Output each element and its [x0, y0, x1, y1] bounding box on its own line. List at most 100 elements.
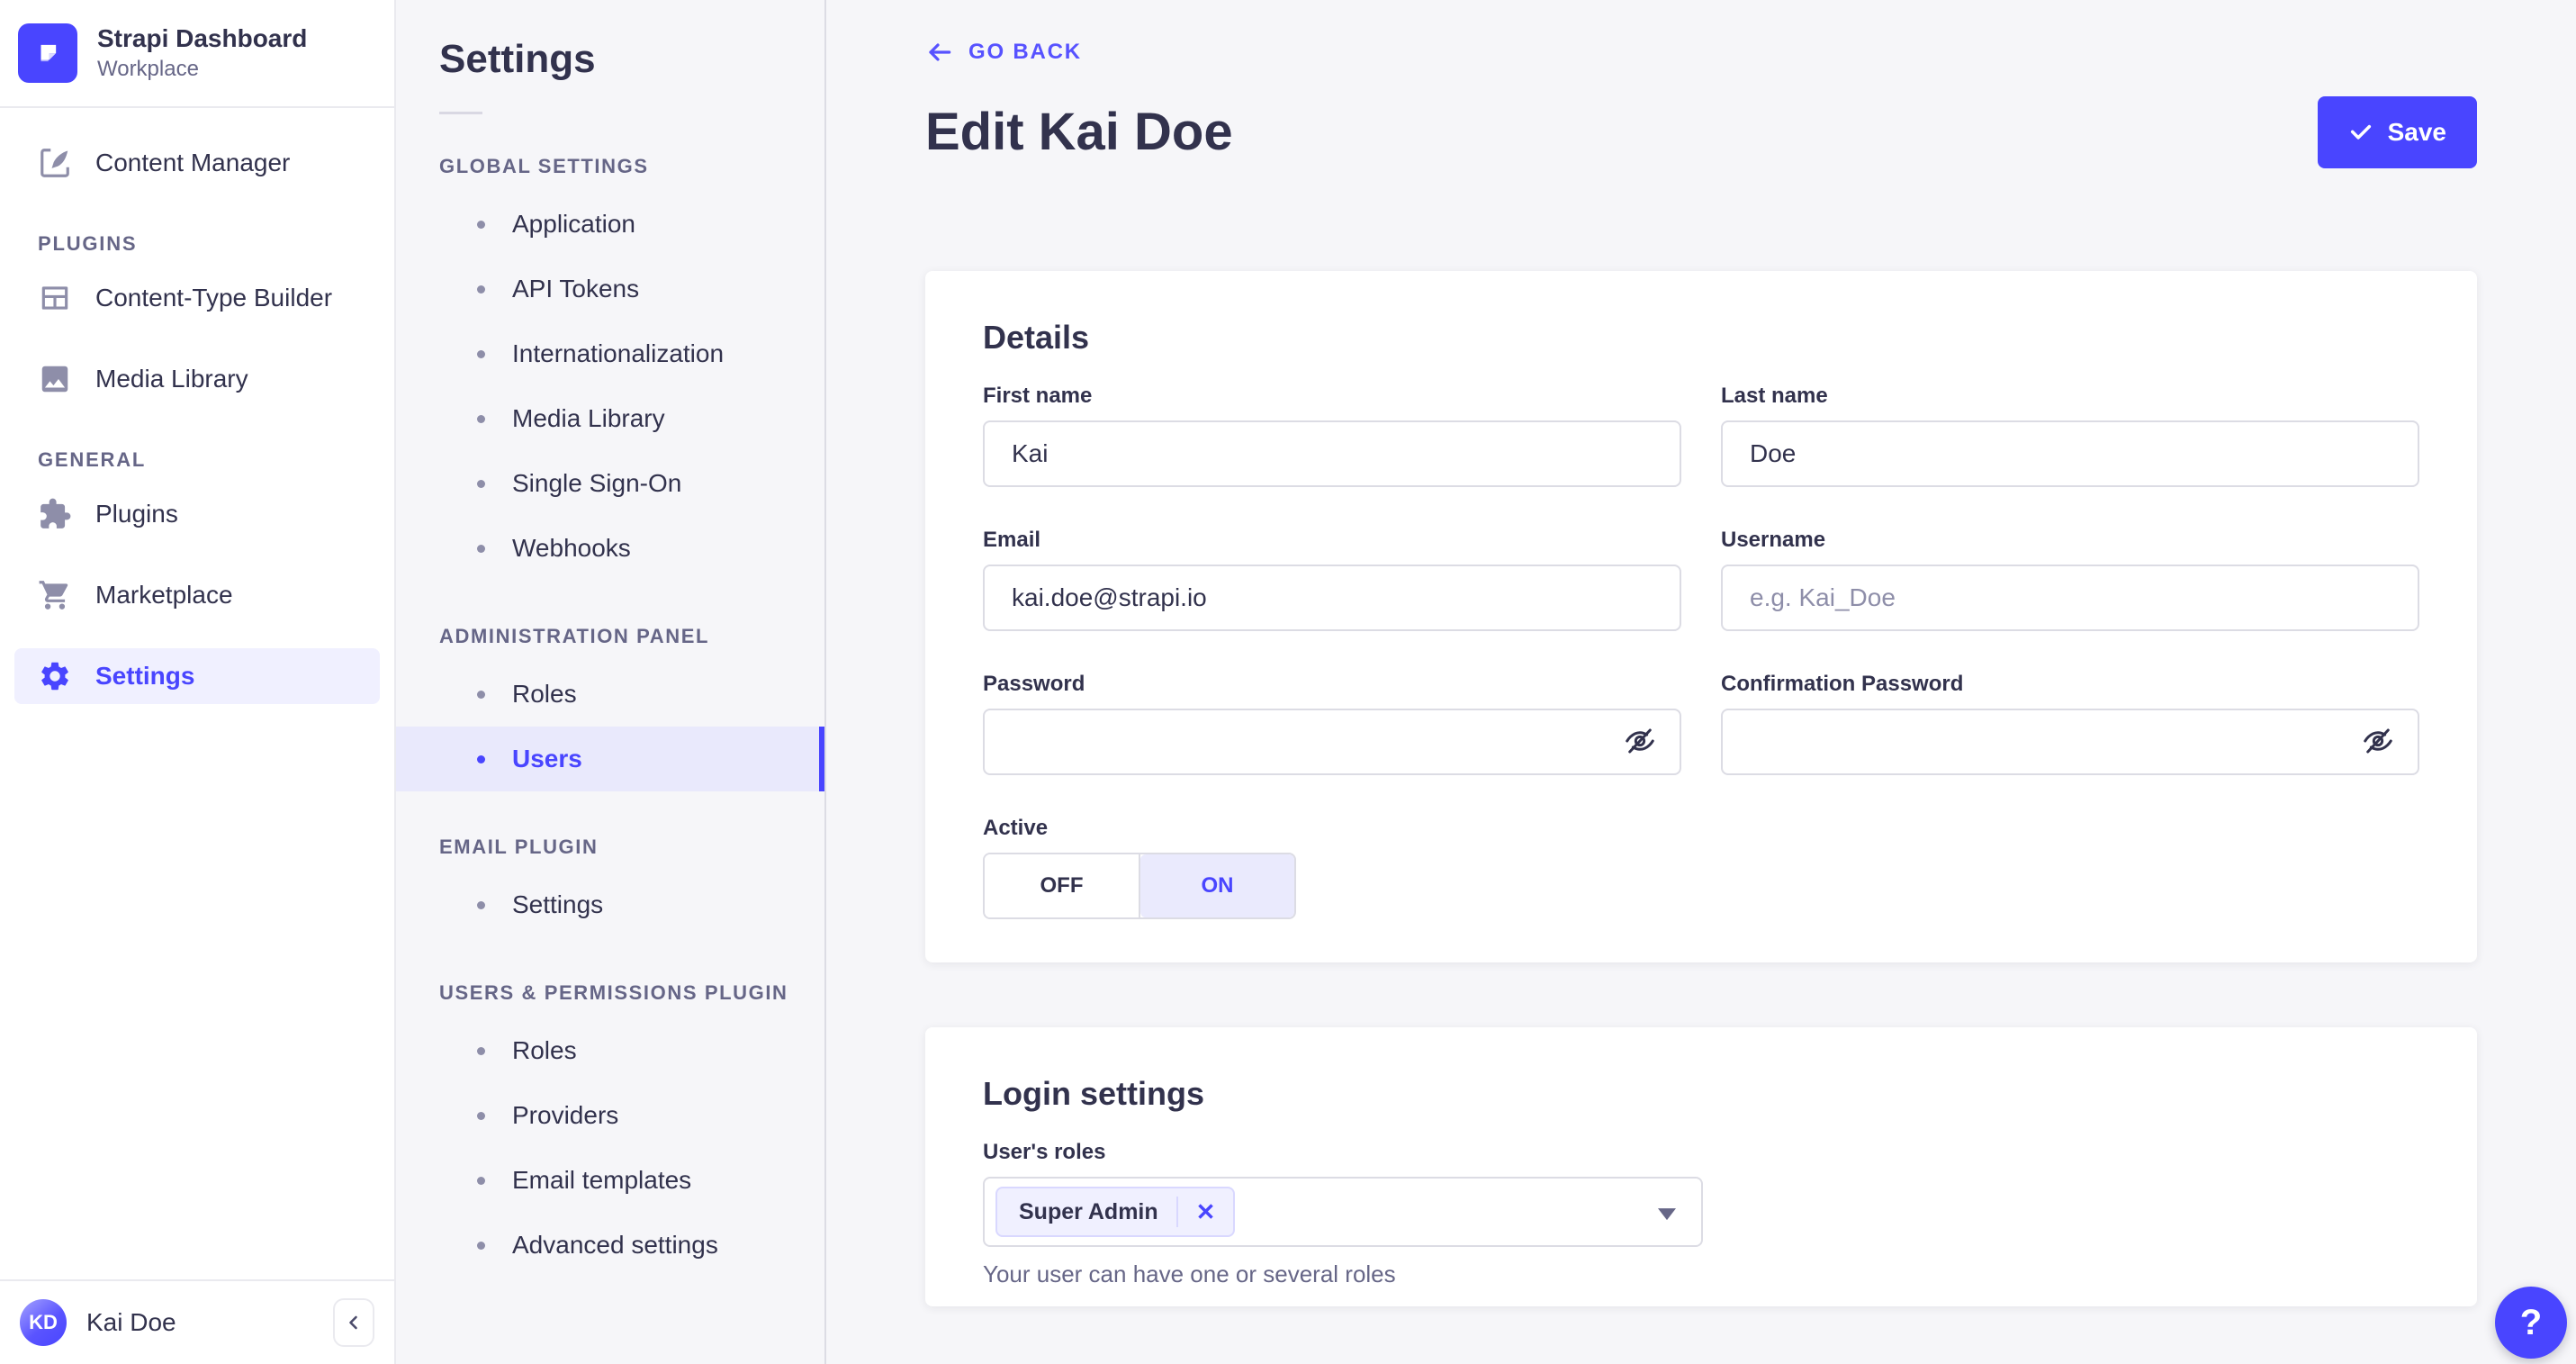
username-label: Username: [1721, 528, 1826, 552]
subnav-item-label: Application: [512, 210, 635, 238]
subnav-item-admin-roles[interactable]: Roles: [396, 662, 824, 727]
workspace-brand: Strapi Dashboard Workplace: [0, 0, 394, 106]
user-roles-select[interactable]: Super Admin ✕: [983, 1177, 1703, 1247]
subnav-item-label: Settings: [512, 890, 604, 918]
bullet-dot: [477, 1111, 485, 1120]
first-name-field-group: First name: [983, 383, 1681, 487]
subnav-section-administration-panel: ADMINISTRATION PANEL Roles Users: [396, 624, 824, 791]
strapi-logo-glyph: [41, 44, 57, 62]
bullet-dot: [477, 690, 485, 699]
check-icon: [2350, 124, 2371, 140]
sidebar-item-settings[interactable]: Settings: [14, 648, 380, 704]
sidebar-nav: Content Manager PLUGINS Content-Type Bui…: [0, 108, 394, 1279]
sidebar-item-content-manager[interactable]: Content Manager: [14, 135, 380, 191]
username-input[interactable]: [1721, 565, 2419, 631]
login-settings-title: Login settings: [983, 1075, 1204, 1112]
confirmation-password-label: Confirmation Password: [1721, 672, 1964, 696]
sidebar-item-label: Plugins: [95, 500, 178, 528]
bullet-dot: [477, 754, 485, 763]
subnav-section-label: USERS & PERMISSIONS PLUGIN: [439, 981, 788, 1004]
login-settings-card: Login settings User's roles Super Admin …: [925, 1027, 2477, 1306]
password-field-group: Password: [983, 671, 1681, 775]
subnav-item-media-library[interactable]: Media Library: [396, 386, 824, 451]
sidebar-item-label: Settings: [95, 662, 195, 690]
subnav-item-label: Providers: [512, 1101, 619, 1129]
subnav-item-application[interactable]: Application: [396, 192, 824, 257]
confirmation-password-input[interactable]: [1721, 709, 2419, 775]
content-type-builder-icon: [41, 286, 68, 310]
marketplace-icon: [39, 581, 68, 610]
toggle-password-visibility-button[interactable]: [1620, 722, 1660, 762]
role-chip: Super Admin ✕: [995, 1187, 1236, 1237]
username-input-wrap: [1721, 565, 2419, 631]
sidebar-section-plugins: PLUGINS: [38, 232, 138, 255]
toggle-confirmation-visibility-button[interactable]: [2358, 722, 2398, 762]
subnav-item-up-roles[interactable]: Roles: [396, 1018, 824, 1083]
user-roles-label: User's roles: [983, 1140, 1106, 1164]
details-form-grid: First name Last name Email: [983, 383, 2419, 919]
subnav-item-label: Users: [512, 745, 582, 772]
email-input[interactable]: [983, 565, 1681, 631]
arrow-left-icon: [929, 43, 951, 61]
subnav-title-divider: [439, 112, 482, 114]
plugins-icon: [41, 498, 71, 528]
password-label: Password: [983, 672, 1085, 696]
save-button-label: Save: [2387, 118, 2446, 146]
sidebar-item-label: Marketplace: [95, 581, 233, 609]
sidebar-item-media-library[interactable]: Media Library: [14, 351, 380, 407]
subnav-item-providers[interactable]: Providers: [396, 1083, 824, 1148]
confirmation-password-field-group: Confirmation Password: [1721, 671, 2419, 775]
collapse-sidebar-button[interactable]: [333, 1298, 374, 1347]
bullet-dot: [477, 220, 485, 229]
app-root: Strapi Dashboard Workplace Content Manag…: [0, 0, 2576, 1364]
sidebar-item-content-type-builder[interactable]: Content-Type Builder: [14, 270, 380, 326]
subnav-item-api-tokens[interactable]: API Tokens: [396, 257, 824, 321]
sidebar-item-plugins[interactable]: Plugins: [14, 486, 380, 542]
go-back-link[interactable]: GO BACK: [925, 38, 1082, 67]
eye-off-icon: [1626, 728, 1654, 753]
bullet-dot: [477, 544, 485, 553]
active-toggle-on-button[interactable]: ON: [1140, 854, 1294, 917]
bullet-dot: [477, 1046, 485, 1055]
sidebar-item-label: Media Library: [95, 365, 248, 393]
remove-role-button[interactable]: ✕: [1175, 1197, 1234, 1227]
first-name-label: First name: [983, 384, 1093, 408]
subnav-item-label: API Tokens: [512, 275, 640, 303]
subnav-item-webhooks[interactable]: Webhooks: [396, 516, 824, 581]
active-toggle-off-button[interactable]: OFF: [985, 854, 1140, 917]
help-button[interactable]: ?: [2495, 1287, 2567, 1359]
last-name-field-group: Last name: [1721, 383, 2419, 487]
sidebar-user-row[interactable]: KD Kai Doe: [0, 1279, 394, 1364]
sidebar-item-marketplace[interactable]: Marketplace: [14, 567, 380, 623]
first-name-input[interactable]: [983, 420, 1681, 487]
subnav-item-single-sign-on[interactable]: Single Sign-On: [396, 451, 824, 516]
bullet-dot: [477, 900, 485, 909]
email-input-wrap: [983, 565, 1681, 631]
bullet-dot: [477, 1241, 485, 1250]
subnav-item-email-settings[interactable]: Settings: [396, 872, 824, 937]
subnav-item-advanced-settings[interactable]: Advanced settings: [396, 1213, 824, 1278]
subnav-item-internationalization[interactable]: Internationalization: [396, 321, 824, 386]
email-label: Email: [983, 528, 1041, 552]
active-toggle: OFF ON: [983, 853, 1296, 919]
main-content: GO BACK Edit Kai Doe Save Details First …: [826, 0, 2576, 1364]
last-name-input[interactable]: [1721, 420, 2419, 487]
strapi-logo-icon: [18, 23, 77, 83]
page-title: Edit Kai Doe: [925, 103, 1233, 161]
subnav-title: Settings: [439, 37, 596, 81]
bullet-dot: [477, 414, 485, 423]
bullet-dot: [477, 1176, 485, 1185]
subnav-item-label: Single Sign-On: [512, 469, 682, 497]
save-button[interactable]: Save: [2317, 96, 2477, 168]
subnav-item-admin-users[interactable]: Users: [396, 727, 824, 791]
active-label: Active: [983, 816, 1049, 840]
subnav-section-users-permissions: USERS & PERMISSIONS PLUGIN Roles Provide…: [396, 980, 824, 1278]
subnav-section-label: EMAIL PLUGIN: [439, 836, 599, 858]
content-manager-icon: [41, 149, 69, 177]
current-user-name: Kai Doe: [86, 1308, 176, 1336]
settings-subnav: Settings GLOBAL SETTINGS Application API…: [396, 0, 826, 1364]
subnav-item-label: Roles: [512, 680, 577, 708]
details-card-title: Details: [983, 319, 1090, 356]
subnav-item-email-templates[interactable]: Email templates: [396, 1148, 824, 1213]
password-input[interactable]: [983, 709, 1681, 775]
